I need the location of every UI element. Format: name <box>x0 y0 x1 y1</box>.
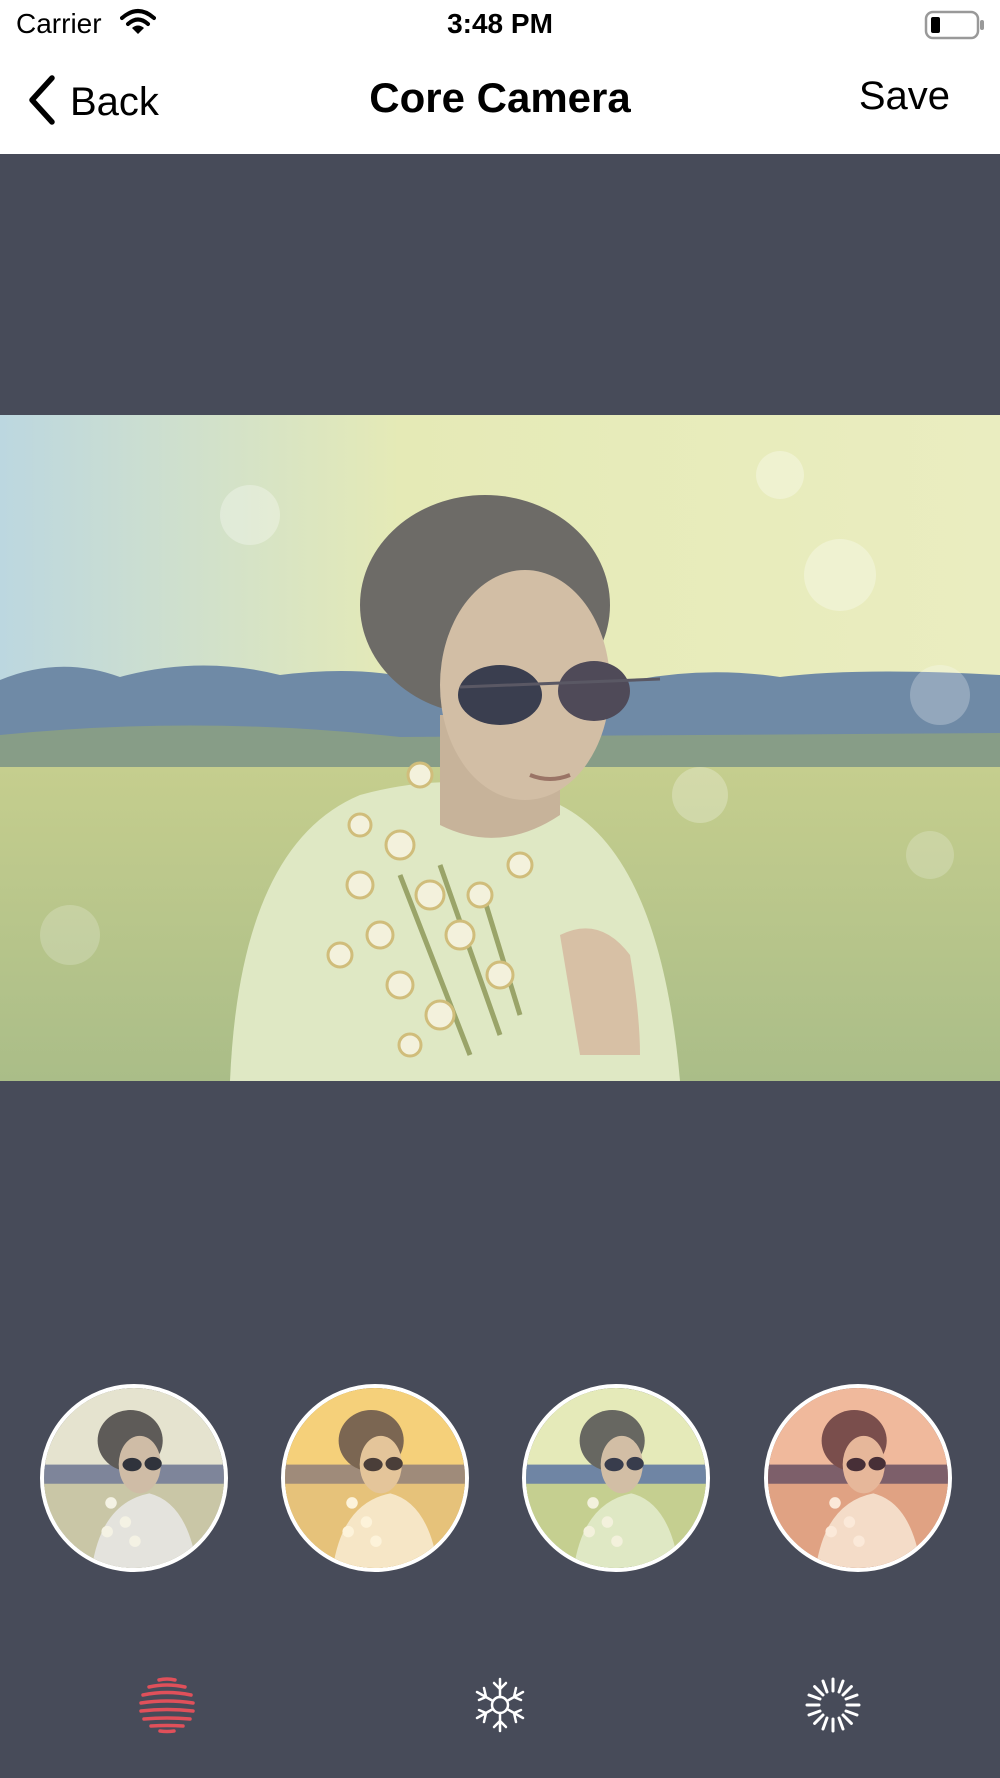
filter-thumbnail-3[interactable] <box>522 1384 710 1572</box>
snowflake-icon[interactable] <box>470 1675 530 1735</box>
camera-screen: Carrier 3:48 PM Back Core Camera Save <box>0 0 1000 1778</box>
filter-preview-image <box>768 1388 948 1568</box>
photo-preview <box>0 415 1000 1081</box>
filter-preview-image <box>285 1388 465 1568</box>
filter-thumbnail-4[interactable] <box>764 1384 952 1572</box>
status-bar: Carrier 3:48 PM <box>0 0 1000 50</box>
filter-preview-image <box>44 1388 224 1568</box>
filter-thumbnail-1[interactable] <box>40 1384 228 1572</box>
save-button[interactable]: Save <box>859 74 950 119</box>
starburst-icon[interactable] <box>803 1675 863 1735</box>
striped-sphere-icon[interactable] <box>137 1675 197 1735</box>
status-time: 3:48 PM <box>447 8 553 39</box>
battery-icon <box>924 10 986 45</box>
navigation-bar: Back Core Camera Save <box>0 50 1000 154</box>
page-title: Core Camera <box>369 74 631 121</box>
filter-preview-image <box>526 1388 706 1568</box>
woman-with-flowers-photo <box>0 415 1000 1081</box>
filter-strip <box>0 1384 1000 1574</box>
filter-thumbnail-2[interactable] <box>281 1384 469 1572</box>
